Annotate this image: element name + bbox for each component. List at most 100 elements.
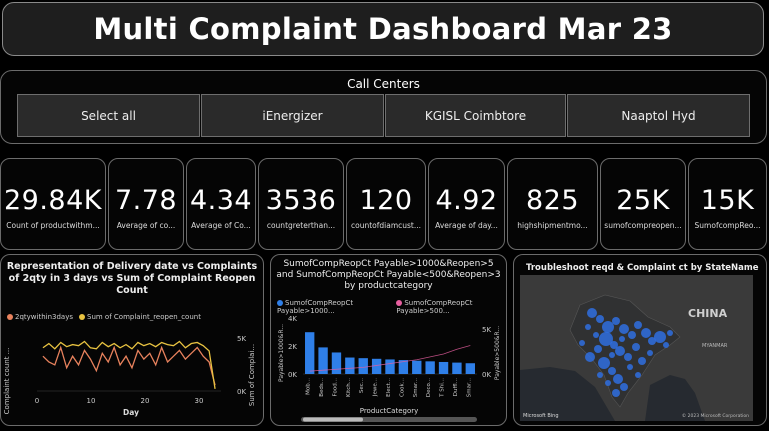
kpi-label: SumofcompReo... (694, 221, 761, 230)
line-chart-plot[interactable]: Complaint count ... Sum of Complai... 5K… (1, 325, 263, 425)
state-bubble (612, 317, 620, 325)
bar (305, 332, 315, 374)
kpi-label: countgreterthan... (266, 221, 336, 230)
legend-item[interactable]: 2qtywithin3days (7, 313, 73, 321)
map-canvas[interactable]: CHINA MYANMAR Microsoft Bing © 2023 Micr… (520, 275, 753, 421)
y-tick-right: 5K (237, 335, 246, 343)
slicer-option-kgisl[interactable]: KGISL Coimbtore (385, 94, 566, 137)
x-tick-label: Deco... (426, 378, 432, 397)
kpi-card[interactable]: 7.78 Average of co... (108, 158, 184, 250)
kpi-label: sumofcompreopen... (604, 221, 682, 230)
state-bubble (634, 321, 642, 329)
state-bubble (619, 336, 625, 342)
y-axis-label-right: Sum of Complai... (248, 344, 256, 406)
kpi-card[interactable]: 120 countofdiamcust... (346, 158, 426, 250)
kpi-card[interactable]: 25K sumofcompreopen... (600, 158, 686, 250)
y-tick-left: 2K (288, 343, 297, 351)
bar (345, 357, 355, 374)
chart-title: Troubleshoot reqd & Complaint ct by Stat… (526, 263, 759, 273)
kpi-card[interactable]: 15K SumofcompReo... (688, 158, 767, 250)
kpi-card[interactable]: 4.92 Average of day... (428, 158, 505, 250)
bar (425, 361, 435, 374)
y-axis-label-left: Complaint count ... (3, 348, 11, 415)
state-bubble (608, 367, 616, 375)
bar-chart-panel[interactable]: SumofCompReopCt Payable>1000&Reopen>5 an… (270, 254, 507, 426)
kpi-value: 25K (616, 185, 670, 216)
x-tick: 20 (141, 397, 150, 405)
x-tick-label: Jewe... (373, 378, 379, 397)
slicer-option-ienergizer[interactable]: iEnergizer (201, 94, 384, 137)
bar (385, 359, 395, 374)
x-tick: 30 (195, 397, 204, 405)
kpi-label: countofdiamcust... (350, 221, 421, 230)
x-tick-label: Smar... (466, 378, 472, 397)
state-bubble (628, 331, 636, 339)
x-tick-label: Cook... (399, 378, 405, 397)
kpi-card[interactable]: 4.34 Average of Co... (186, 158, 256, 250)
state-bubble (624, 353, 632, 361)
slicer-option-select-all[interactable]: Select all (17, 94, 200, 137)
kpi-label: Count of productwithm... (6, 221, 100, 230)
map-attribution-left: Microsoft Bing (523, 413, 559, 419)
call-centers-slicer: Call Centers Select all iEnergizer KGISL… (0, 70, 767, 144)
state-bubble (627, 364, 633, 370)
x-tick-label: Duffl... (453, 378, 459, 397)
bar (438, 361, 449, 374)
state-bubble (619, 324, 629, 334)
x-tick-label: Food... (332, 378, 338, 397)
kpi-value: 4.92 (435, 185, 498, 216)
state-bubble (663, 342, 669, 348)
state-bubble (585, 352, 595, 362)
bar-chart-plot[interactable]: Payable>1000&R... Payable>500&R... 4K 2K… (271, 309, 506, 426)
kpi-label: Average of Co... (191, 221, 251, 230)
state-bubble (594, 345, 602, 353)
dashboard-title-box: Multi Complaint Dashboard Mar 23 (2, 2, 764, 56)
bar (452, 362, 462, 374)
slicer-option-naaptol[interactable]: Naaptol Hyd (567, 94, 750, 137)
y-tick-left: 0K (288, 371, 297, 379)
kpi-value: 4.34 (189, 185, 253, 216)
state-bubble (613, 374, 623, 384)
state-bubble (635, 372, 641, 378)
legend-swatch (396, 300, 403, 306)
scrollbar-thumb[interactable] (303, 417, 363, 422)
y-tick-right: 0K (237, 388, 246, 396)
page-title: Multi Complaint Dashboard Mar 23 (93, 12, 673, 46)
x-tick-label: Sec... (359, 378, 365, 393)
x-axis-label: ProductCategory (360, 407, 419, 415)
state-bubble (632, 343, 640, 351)
x-tick: 10 (87, 397, 96, 405)
state-bubble (596, 315, 604, 323)
kpi-value: 3536 (265, 185, 337, 216)
state-bubble (585, 324, 591, 330)
bar (412, 360, 422, 374)
state-bubble (620, 383, 628, 391)
kpi-card[interactable]: 3536 countgreterthan... (258, 158, 344, 250)
legend-item[interactable]: Sum of Complaint_reopen_count (79, 313, 201, 321)
state-bubble (587, 308, 597, 318)
map-label-myanmar: MYANMAR (702, 343, 728, 349)
state-bubble (638, 357, 646, 365)
x-tick-label: Smar... (413, 378, 419, 397)
y-axis-label-left: Payable>1000&R... (278, 324, 285, 382)
y-tick-left: 4K (288, 315, 297, 323)
map-chart-panel[interactable]: Troubleshoot reqd & Complaint ct by Stat… (513, 254, 767, 426)
y-axis-label-right: Payable>500&R... (494, 326, 501, 380)
line-chart-panel[interactable]: Representation of Delivery date vs Compl… (0, 254, 264, 426)
x-tick-label: T Shi... (440, 378, 446, 398)
state-bubble (602, 321, 614, 333)
kpi-card[interactable]: 825 highshipmentmo... (507, 158, 598, 250)
legend-swatch (7, 314, 13, 320)
state-bubble (654, 331, 666, 343)
bar (358, 358, 368, 374)
kpi-card[interactable]: 29.84K Count of productwithm... (0, 158, 106, 250)
state-bubble (598, 357, 610, 369)
x-axis-label: Day (123, 408, 139, 417)
legend-swatch (277, 300, 283, 306)
state-bubble (615, 346, 625, 356)
kpi-value: 15K (700, 185, 755, 216)
x-tick: 0 (35, 397, 39, 405)
chart-title: SumofCompReopCt Payable>1000&Reopen>5 an… (276, 259, 501, 291)
state-bubble (605, 380, 611, 386)
map-svg[interactable]: CHINA MYANMAR Microsoft Bing © 2023 Micr… (520, 275, 753, 421)
